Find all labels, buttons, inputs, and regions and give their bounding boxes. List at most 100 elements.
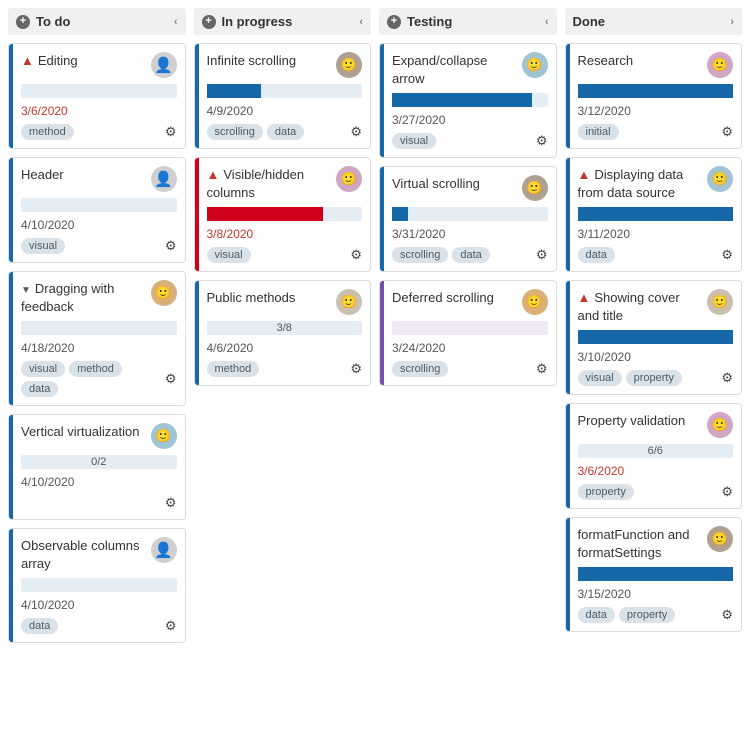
- tag[interactable]: data: [578, 607, 615, 623]
- tag[interactable]: initial: [578, 124, 619, 140]
- column-title: Testing: [407, 14, 545, 29]
- tag[interactable]: method: [21, 124, 74, 140]
- tag[interactable]: data: [21, 381, 58, 397]
- gear-icon[interactable]: ⚙: [350, 124, 362, 140]
- chevron-right-icon[interactable]: ›: [730, 16, 734, 28]
- avatar[interactable]: 🙂: [151, 280, 177, 306]
- card-head: ▲Displaying data from data source 🙂: [578, 166, 734, 201]
- avatar[interactable]: 🙂: [151, 423, 177, 449]
- gear-icon[interactable]: ⚙: [721, 607, 733, 623]
- card[interactable]: Property validation🙂6/63/6/2020property⚙: [565, 403, 743, 509]
- card[interactable]: ▲Showing cover and title🙂 3/10/2020 visual…: [565, 280, 743, 395]
- card[interactable]: formatFunction and formatSettings🙂3/15/2…: [565, 517, 743, 632]
- avatar[interactable]: 👤: [151, 52, 177, 78]
- gear-icon[interactable]: ⚙: [536, 361, 548, 377]
- column-header-done[interactable]: Done›: [565, 8, 743, 35]
- tag[interactable]: visual: [21, 238, 65, 254]
- add-card-icon[interactable]: +: [387, 15, 401, 29]
- avatar[interactable]: 🙂: [522, 175, 548, 201]
- tag[interactable]: method: [69, 361, 122, 377]
- progress-label: 0/2: [21, 455, 177, 469]
- column-header-testing[interactable]: + Testing‹: [379, 8, 557, 35]
- card-title-text: Deferred scrolling: [392, 290, 494, 305]
- gear-icon[interactable]: ⚙: [721, 124, 733, 140]
- tag[interactable]: scrolling: [392, 361, 448, 377]
- card[interactable]: ▲Editing👤3/6/2020method⚙: [8, 43, 186, 149]
- avatar[interactable]: 🙂: [707, 289, 733, 315]
- tag[interactable]: scrolling: [392, 247, 448, 263]
- add-card-icon[interactable]: +: [202, 15, 216, 29]
- card[interactable]: ▲Visible/hidden columns🙂3/8/2020visual⚙: [194, 157, 372, 272]
- avatar[interactable]: 🙂: [707, 52, 733, 78]
- progress-bar: [21, 198, 177, 212]
- column-header-inprogress[interactable]: +In progress‹: [194, 8, 372, 35]
- caret-down-icon[interactable]: ▼: [21, 285, 31, 296]
- card[interactable]: Deferred scrolling🙂3/24/2020scrolling⚙: [379, 280, 557, 386]
- gear-icon[interactable]: ⚙: [165, 495, 177, 511]
- tag[interactable]: scrolling: [207, 124, 263, 140]
- avatar[interactable]: 👤: [151, 537, 177, 563]
- gear-icon[interactable]: ⚙: [165, 124, 177, 140]
- gear-icon[interactable]: ⚙: [350, 247, 362, 263]
- avatar[interactable]: 🙂: [707, 166, 733, 192]
- avatar[interactable]: 🙂: [707, 526, 733, 552]
- chevron-left-icon[interactable]: ‹: [174, 16, 178, 28]
- tag[interactable]: property: [619, 607, 675, 623]
- card[interactable]: ▲Displaying data from data source 🙂 3/11/2…: [565, 157, 743, 272]
- gear-icon[interactable]: ⚙: [721, 370, 733, 386]
- card-title: Header: [21, 166, 145, 184]
- card[interactable]: ▼Dragging with feedback🙂4/18/2020visualm…: [8, 271, 186, 406]
- column-header-todo[interactable]: +To do‹: [8, 8, 186, 35]
- card[interactable]: Header👤4/10/2020visual⚙: [8, 157, 186, 263]
- progress-bar: [21, 84, 177, 98]
- avatar[interactable]: 🙂: [336, 52, 362, 78]
- card[interactable]: Observable columns array👤4/10/2020data⚙: [8, 528, 186, 643]
- tag[interactable]: visual: [392, 133, 436, 149]
- tag[interactable]: visual: [578, 370, 622, 386]
- card-date: 3/11/2020: [578, 227, 734, 241]
- tag[interactable]: data: [21, 618, 58, 634]
- warning-icon: ▲: [207, 167, 220, 182]
- card[interactable]: Expand/collapse arrow🙂3/27/2020visual⚙: [379, 43, 557, 158]
- column-title: Done: [573, 14, 731, 29]
- avatar[interactable]: 🙂: [522, 52, 548, 78]
- tag[interactable]: data: [452, 247, 489, 263]
- tag[interactable]: visual: [207, 247, 251, 263]
- card[interactable]: Virtual scrolling🙂3/31/2020scrollingdata…: [379, 166, 557, 272]
- chevron-left-icon[interactable]: ‹: [359, 16, 363, 28]
- avatar[interactable]: 🙂: [522, 289, 548, 315]
- tag[interactable]: data: [578, 247, 615, 263]
- card[interactable]: Research🙂3/12/2020initial⚙: [565, 43, 743, 149]
- card[interactable]: Infinite scrolling🙂4/9/2020scrollingdata…: [194, 43, 372, 149]
- tag[interactable]: property: [578, 484, 634, 500]
- chevron-left-icon[interactable]: ‹: [545, 16, 549, 28]
- card[interactable]: Vertical virtualization🙂0/24/10/2020⚙: [8, 414, 186, 520]
- tag[interactable]: data: [267, 124, 304, 140]
- avatar[interactable]: 🙂: [336, 166, 362, 192]
- add-card-icon[interactable]: +: [16, 15, 30, 29]
- gear-icon[interactable]: ⚙: [165, 618, 177, 634]
- card-date: 3/10/2020: [578, 350, 734, 364]
- gear-icon[interactable]: ⚙: [350, 361, 362, 377]
- tag[interactable]: property: [626, 370, 682, 386]
- avatar[interactable]: 🙂: [336, 289, 362, 315]
- progress-fill: [392, 93, 532, 107]
- avatar[interactable]: 🙂: [707, 412, 733, 438]
- warning-icon: ▲: [578, 167, 591, 182]
- card-title: ▲Showing cover and title: [578, 289, 702, 324]
- gear-icon[interactable]: ⚙: [536, 247, 548, 263]
- gear-icon[interactable]: ⚙: [721, 247, 733, 263]
- progress-label: 6/6: [578, 444, 734, 458]
- gear-icon[interactable]: ⚙: [536, 133, 548, 149]
- card-head: Vertical virtualization🙂: [21, 423, 177, 449]
- gear-icon[interactable]: ⚙: [165, 238, 177, 254]
- gear-icon[interactable]: ⚙: [721, 484, 733, 500]
- card-footer: scrolling ⚙: [392, 361, 548, 377]
- tag[interactable]: method: [207, 361, 260, 377]
- avatar[interactable]: 👤: [151, 166, 177, 192]
- gear-icon[interactable]: ⚙: [165, 371, 177, 387]
- card[interactable]: Public methods🙂3/84/6/2020method⚙: [194, 280, 372, 386]
- tag[interactable]: visual: [21, 361, 65, 377]
- card-title-text: Displaying data from data source: [578, 167, 684, 200]
- column-inprogress: +In progress‹Infinite scrolling🙂4/9/2020…: [194, 8, 372, 651]
